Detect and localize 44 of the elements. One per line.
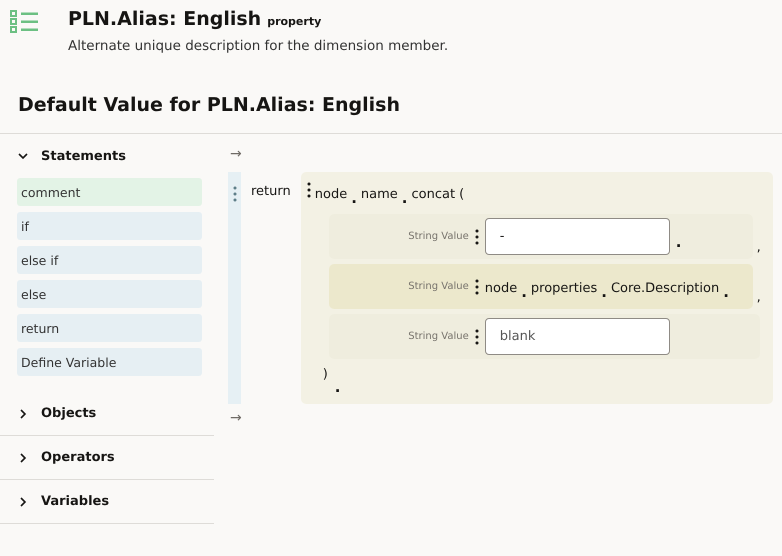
dot-operator: . (334, 382, 342, 392)
code-token[interactable]: name (360, 187, 398, 202)
arrow-text: → (229, 146, 243, 164)
palette-item[interactable]: comment (17, 178, 202, 206)
code-token[interactable]: node (484, 280, 518, 296)
drag-handle-icon[interactable] (306, 182, 311, 198)
dot-operator: . (676, 232, 682, 250)
palette-item[interactable]: return (17, 314, 202, 342)
comma-separator: , (756, 290, 761, 307)
return-keyword[interactable]: return (241, 172, 301, 404)
dot-operator: . (723, 282, 729, 300)
string-input[interactable]: blank (484, 318, 670, 355)
argument-label: String Value (407, 231, 469, 242)
palette-item[interactable]: Define Variable (17, 348, 202, 376)
accordion-header[interactable]: Operators (0, 436, 214, 480)
dot-operator: . (521, 282, 527, 300)
property-tag: property (267, 15, 322, 28)
arrow-text: → (229, 409, 243, 428)
accordion-header[interactable]: Statements (0, 134, 214, 178)
code-token[interactable]: concat ( (411, 187, 464, 202)
property-description: Alternate unique description for the dimension member. (68, 38, 448, 54)
dot-operator: . (351, 189, 357, 207)
property-title: PLN.Alias: English (68, 8, 262, 30)
accordion-header[interactable]: Variables (0, 480, 214, 524)
drag-handle-icon[interactable] (474, 328, 479, 344)
comma-separator: , (756, 240, 761, 257)
drag-handle-icon[interactable] (474, 278, 479, 294)
section-title: Default Value for PLN.Alias: English (0, 76, 782, 134)
code-token[interactable]: node (314, 187, 348, 202)
drag-handle-icon[interactable] (232, 186, 236, 202)
palette-item[interactable]: else (17, 280, 202, 308)
accordion-header[interactable]: Objects (0, 392, 214, 436)
string-input[interactable]: - (484, 218, 670, 255)
palette-item[interactable]: if (17, 212, 202, 240)
code-token[interactable]: Core.Description (610, 280, 720, 296)
argument-label: String Value (407, 331, 469, 342)
argument-label: String Value (407, 281, 469, 292)
list-icon (10, 8, 40, 34)
code-token[interactable]: properties (530, 280, 598, 296)
dot-operator: . (601, 282, 607, 300)
dot-operator: . (402, 189, 408, 207)
closing-paren: ) (322, 366, 329, 382)
palette-item[interactable]: else if (17, 246, 202, 274)
drag-handle-icon[interactable] (474, 228, 479, 244)
